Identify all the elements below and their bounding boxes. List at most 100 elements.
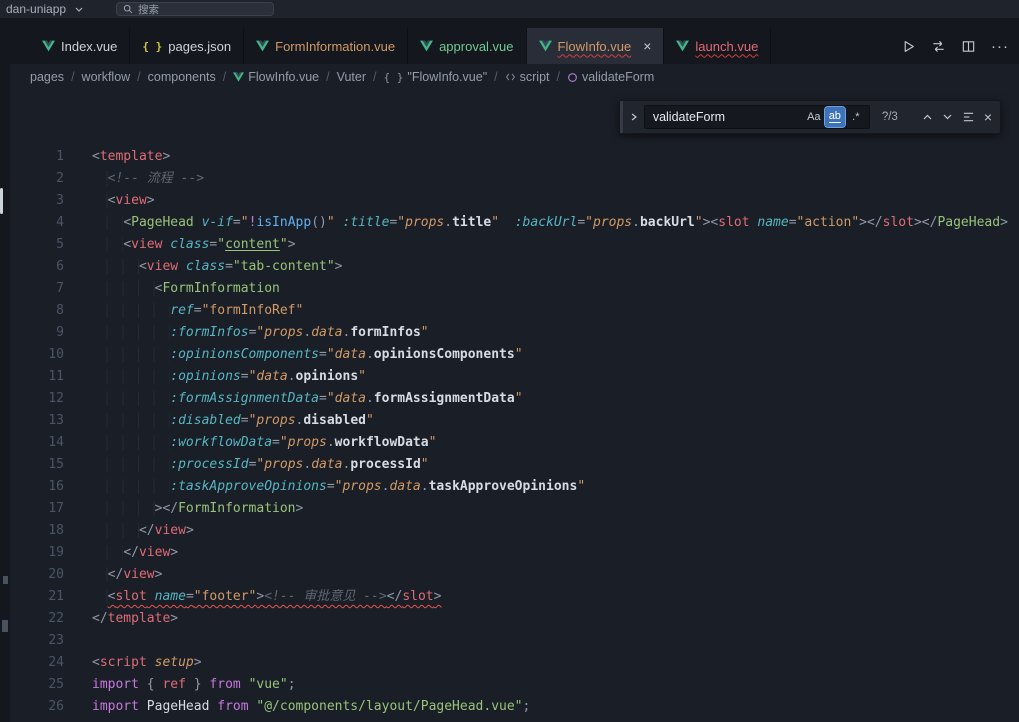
tab-label: Index.vue: [61, 39, 117, 54]
editor-actions: ···: [891, 28, 1019, 64]
breadcrumb-item-validateform[interactable]: validateForm: [567, 70, 654, 84]
tab-bar: Index.vue { } pages.json FormInformation…: [0, 18, 1019, 64]
line-number: 3: [10, 190, 64, 212]
find-nav: ×: [922, 109, 992, 125]
code-line[interactable]: 12 :formAssignmentData="data.formAssignm…: [10, 388, 1019, 410]
tab-label: pages.json: [168, 39, 231, 54]
breadcrumb-item-pages[interactable]: pages: [30, 70, 64, 84]
code-line[interactable]: 21 <slot name="footer"><!-- 审批意见 --></sl…: [10, 586, 1019, 608]
vue-icon: [676, 40, 689, 52]
tab-flowinfo-vue[interactable]: FlowInfo.vue ×: [527, 28, 665, 64]
breadcrumb-item-flowinfo-file[interactable]: FlowInfo.vue: [233, 70, 319, 84]
breadcrumb-item-workflow[interactable]: workflow: [82, 70, 131, 84]
line-number: 11: [10, 366, 64, 388]
find-input[interactable]: validateForm Aa ab .*: [644, 105, 870, 129]
code-line[interactable]: 10 :opinionsComponents="data.opinionsCom…: [10, 344, 1019, 366]
code-line[interactable]: 16 :taskApproveOpinions="props.data.task…: [10, 476, 1019, 498]
code-line[interactable]: 6 <view class="tab-content">: [10, 256, 1019, 278]
split-editor-icon[interactable]: [961, 39, 976, 54]
play-icon[interactable]: [901, 39, 916, 54]
match-case-button[interactable]: Aa: [804, 107, 824, 127]
code-line[interactable]: 2 <!-- 流程 -->: [10, 168, 1019, 190]
search-box[interactable]: 搜索: [116, 2, 274, 16]
regex-button[interactable]: .*: [846, 107, 866, 127]
more-actions-icon[interactable]: ···: [991, 38, 1009, 55]
vue-icon: [233, 72, 244, 82]
code-line[interactable]: 11 :opinions="data.opinions": [10, 366, 1019, 388]
breadcrumb-separator: /: [557, 70, 560, 84]
breadcrumb-item-script[interactable]: script: [505, 70, 550, 84]
whole-word-button[interactable]: ab: [825, 107, 845, 127]
find-query-text: validateForm: [653, 110, 803, 124]
breadcrumb-item-flowinfo-symbol[interactable]: { } "FlowInfo.vue": [384, 70, 488, 84]
breadcrumb: pages / workflow / components / FlowInfo…: [10, 64, 1019, 90]
line-number: 12: [10, 388, 64, 410]
code-area[interactable]: 1<template>2 <!-- 流程 -->3 <view>4 <PageH…: [10, 90, 1019, 718]
close-find-icon[interactable]: ×: [984, 109, 992, 125]
code-line[interactable]: 25import { ref } from "vue";: [10, 674, 1019, 696]
line-number: 14: [10, 432, 64, 454]
line-number: 9: [10, 322, 64, 344]
line-number: 19: [10, 542, 64, 564]
line-number: 4: [10, 212, 64, 234]
tab-launch-vue[interactable]: launch.vue: [664, 28, 771, 64]
breadcrumb-separator: /: [373, 70, 376, 84]
vscode-window: dan-uniapp 搜索 Index.vue { } pages.json F…: [0, 0, 1019, 722]
find-widget: validateForm Aa ab .* ?/3 ×: [619, 100, 1001, 134]
code-line[interactable]: 9 :formInfos="props.data.formInfos": [10, 322, 1019, 344]
find-results-count: ?/3: [882, 111, 910, 123]
breadcrumb-separator: /: [326, 70, 329, 84]
tab-label: approval.vue: [439, 39, 513, 54]
close-tab-icon[interactable]: ×: [643, 39, 651, 53]
toggle-replace-button[interactable]: [626, 112, 642, 122]
line-number: 23: [10, 630, 64, 652]
code-line[interactable]: 1<template>: [10, 146, 1019, 168]
code-line[interactable]: 19 </view>: [10, 542, 1019, 564]
code-line[interactable]: 14 :workflowData="props.workflowData": [10, 432, 1019, 454]
find-in-selection-button[interactable]: [962, 111, 975, 123]
vue-icon: [42, 40, 55, 52]
vue-icon: [256, 40, 269, 52]
compare-changes-icon[interactable]: [931, 39, 946, 54]
code-line[interactable]: 26import PageHead from "@/components/lay…: [10, 696, 1019, 718]
code-line[interactable]: 13 :disabled="props.disabled": [10, 410, 1019, 432]
code-line[interactable]: 23: [10, 630, 1019, 652]
next-match-button[interactable]: [942, 113, 953, 121]
activity-indicator: [0, 188, 3, 214]
tab-pages-json[interactable]: { } pages.json: [130, 28, 244, 64]
chevron-down-icon[interactable]: [74, 5, 84, 13]
code-line[interactable]: 7 <FormInformation: [10, 278, 1019, 300]
breadcrumb-separator: /: [494, 70, 497, 84]
code-line[interactable]: 20 </view>: [10, 564, 1019, 586]
symbol-method-icon: [567, 72, 578, 83]
line-number: 8: [10, 300, 64, 322]
code-line[interactable]: 22</template>: [10, 608, 1019, 630]
code-line[interactable]: 18 </view>: [10, 520, 1019, 542]
tab-approval-vue[interactable]: approval.vue: [408, 28, 526, 64]
find-widget-sash[interactable]: [620, 101, 623, 133]
workspace-title: dan-uniapp: [6, 2, 66, 16]
code-line[interactable]: 5 <view class="content">: [10, 234, 1019, 256]
code-line[interactable]: 24<script setup>: [10, 652, 1019, 674]
code-line[interactable]: 8 ref="formInfoRef": [10, 300, 1019, 322]
line-number: 20: [10, 564, 64, 586]
json-icon: { }: [142, 40, 162, 53]
tab-forminformation-vue[interactable]: FormInformation.vue: [244, 28, 408, 64]
code-line[interactable]: 15 :processId="props.data.processId": [10, 454, 1019, 476]
line-number: 7: [10, 278, 64, 300]
line-number: 16: [10, 476, 64, 498]
line-number: 2: [10, 168, 64, 190]
code-line[interactable]: 4 <PageHead v-if="!isInApp()" :title="pr…: [10, 212, 1019, 234]
breadcrumb-item-components[interactable]: components: [148, 70, 216, 84]
line-number: 10: [10, 344, 64, 366]
symbol-tag-icon: [505, 72, 516, 82]
line-number: 21: [10, 586, 64, 608]
breadcrumb-item-vuter[interactable]: Vuter: [337, 70, 366, 84]
breadcrumb-separator: /: [223, 70, 226, 84]
code-line[interactable]: 17 ></FormInformation>: [10, 498, 1019, 520]
tab-index-vue[interactable]: Index.vue: [30, 28, 130, 64]
line-number: 26: [10, 696, 64, 718]
previous-match-button[interactable]: [922, 113, 933, 121]
editor[interactable]: validateForm Aa ab .* ?/3 × 1<template>2…: [10, 90, 1019, 722]
code-line[interactable]: 3 <view>: [10, 190, 1019, 212]
